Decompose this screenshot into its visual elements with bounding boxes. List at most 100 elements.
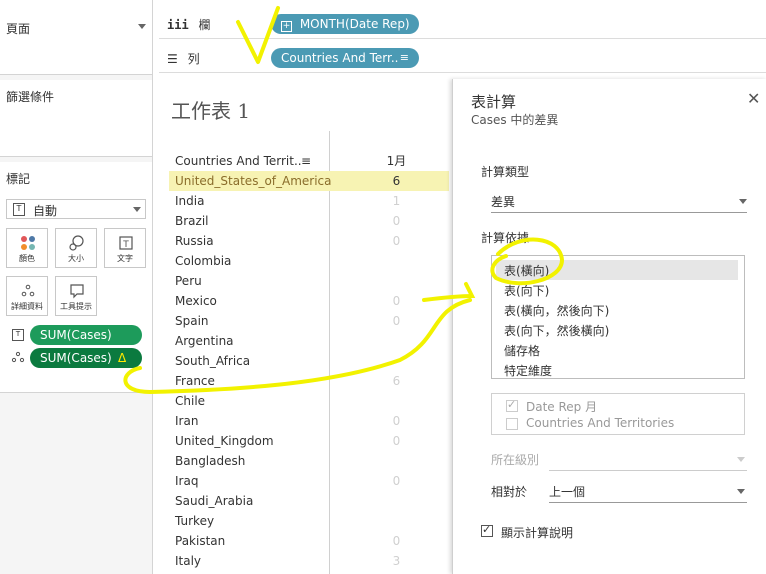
- compute-using-list: 表(橫向) 表(向下) 表(橫向，然後向下) 表(向下，然後橫向) 儲存格 特定…: [491, 255, 745, 379]
- country-name: Brazil: [175, 214, 209, 228]
- option-table-across-then-down[interactable]: 表(橫向，然後向下): [504, 301, 609, 321]
- level-label: 所在級別: [491, 453, 540, 467]
- pages-card[interactable]: 頁面: [0, 0, 152, 75]
- columns-icon: iii: [167, 18, 189, 32]
- table-row[interactable]: Bangladesh: [169, 451, 449, 471]
- tooltip-button[interactable]: 工具提示: [55, 276, 97, 316]
- option-table-down-then-across[interactable]: 表(向下，然後橫向): [504, 321, 609, 341]
- cell-value: 0: [392, 294, 401, 308]
- table-row[interactable]: United_States_of_America 6: [169, 171, 449, 191]
- table-row[interactable]: Saudi_Arabia: [169, 491, 449, 511]
- show-help-checkbox[interactable]: ✓: [481, 523, 493, 537]
- mark-type-dropdown[interactable]: T 自動: [6, 199, 146, 219]
- table-calculation-panel: 表計算 Cases 中的差異 ✕ 計算類型 差異 計算依據 表(橫向) 表(向下…: [452, 79, 766, 574]
- pill-label: MONTH(Date Rep): [299, 17, 410, 31]
- table-row[interactable]: Colombia: [169, 251, 449, 271]
- rows-shelf[interactable]: ☰ 列 Countries And Terr.. ≡: [159, 44, 766, 73]
- country-name: Peru: [175, 274, 202, 288]
- detail-dots-icon: [21, 284, 35, 297]
- table-row[interactable]: Chile: [169, 391, 449, 411]
- size-button[interactable]: 大小: [55, 228, 97, 268]
- detail-dots-icon: [11, 351, 25, 363]
- month-header[interactable]: 1月: [369, 151, 424, 171]
- country-name: Russia: [175, 234, 214, 248]
- sum-cases-text-pill[interactable]: SUM(Cases): [30, 325, 142, 345]
- table-row[interactable]: Turkey: [169, 511, 449, 531]
- color-label: 顏色: [19, 254, 35, 263]
- detail-button[interactable]: 詳細資料: [6, 276, 48, 316]
- dropdown-underline: [549, 502, 747, 503]
- table-row[interactable]: Brazil 0: [169, 211, 449, 231]
- table-row[interactable]: France 6: [169, 371, 449, 391]
- country-header[interactable]: Countries And Territ..: [175, 151, 302, 171]
- country-name: Argentina: [175, 334, 234, 348]
- columns-shelf[interactable]: iii 欄 + MONTH(Date Rep): [159, 10, 766, 39]
- country-name: Mexico: [175, 294, 217, 308]
- columns-label-text: 欄: [198, 18, 211, 32]
- cell-value: 6: [392, 374, 401, 388]
- option-table-down[interactable]: 表(向下): [504, 281, 549, 301]
- dimensions-box: ✓ Date Rep 月 Countries And Territories: [491, 393, 745, 435]
- relative-value: 上一個: [549, 485, 586, 499]
- month-date-rep-pill[interactable]: + MONTH(Date Rep): [271, 14, 419, 34]
- relative-dropdown[interactable]: 上一個: [549, 481, 747, 503]
- color-dots-icon: [21, 236, 35, 250]
- table-row[interactable]: Iraq 0: [169, 471, 449, 491]
- date-rep-checkbox[interactable]: ✓: [506, 398, 518, 412]
- level-dropdown[interactable]: [549, 449, 747, 471]
- panel-title: 表計算: [471, 93, 517, 111]
- table-row[interactable]: Iran 0: [169, 411, 449, 431]
- table-row[interactable]: Mexico 0: [169, 291, 449, 311]
- table-row[interactable]: Russia 0: [169, 231, 449, 251]
- countries-pill[interactable]: Countries And Terr.. ≡: [271, 48, 419, 68]
- close-icon[interactable]: ✕: [747, 89, 760, 108]
- table-row[interactable]: Spain 0: [169, 311, 449, 331]
- svg-text:T: T: [122, 240, 129, 250]
- sheet-title: 工作表 1: [171, 99, 251, 123]
- cell-value: 0: [392, 314, 401, 328]
- left-panel: 頁面 篩選條件 標記 T 自動 顏色 大小 T 文字 詳細資料 工具提示 T S…: [0, 0, 153, 574]
- table-row[interactable]: Italy 3: [169, 551, 449, 571]
- country-name: Turkey: [175, 514, 215, 528]
- option-specific-dimensions[interactable]: 特定維度: [504, 361, 552, 381]
- filters-card[interactable]: 篩選條件: [0, 80, 152, 157]
- marks-card: 標記 T 自動 顏色 大小 T 文字 詳細資料 工具提示 T SUM(Cases…: [0, 162, 152, 393]
- sort-icon[interactable]: ≡: [400, 48, 409, 68]
- table-row[interactable]: Argentina: [169, 331, 449, 351]
- country-name: Chile: [175, 394, 206, 408]
- header-row: Countries And Territ.. ≡ 1月: [169, 151, 449, 171]
- table-row[interactable]: South_Africa: [169, 351, 449, 371]
- cell-value: 6: [392, 174, 401, 188]
- country-name: South_Africa: [175, 354, 251, 368]
- sort-icon[interactable]: ≡: [301, 151, 311, 171]
- sum-cases-detail-pill[interactable]: SUM(Cases) Δ: [30, 348, 142, 368]
- table-row[interactable]: United_Kingdom 0: [169, 431, 449, 451]
- detail-label: 詳細資料: [11, 302, 43, 311]
- chevron-down-icon[interactable]: [737, 489, 745, 494]
- table-row[interactable]: Peru: [169, 271, 449, 291]
- chevron-down-icon[interactable]: [133, 207, 141, 212]
- countries-checkbox[interactable]: [506, 418, 518, 430]
- pages-dropdown-icon[interactable]: [138, 24, 146, 29]
- color-button[interactable]: 顏色: [6, 228, 48, 268]
- dropdown-underline: [549, 470, 747, 471]
- tooltip-label: 工具提示: [60, 302, 92, 311]
- calc-type-dropdown[interactable]: 差異: [491, 191, 747, 213]
- cell-value: 0: [392, 474, 401, 488]
- table-row[interactable]: India 1: [169, 191, 449, 211]
- chevron-down-icon[interactable]: [739, 199, 747, 204]
- option-table-across[interactable]: 表(橫向): [504, 261, 549, 281]
- text-button[interactable]: T 文字: [104, 228, 146, 268]
- panel-subtitle: Cases 中的差異: [471, 113, 559, 127]
- country-name: Colombia: [175, 254, 232, 268]
- cell-value: 0: [392, 214, 401, 228]
- expand-plus-icon[interactable]: +: [281, 21, 292, 32]
- table-row[interactable]: Pakistan 0: [169, 531, 449, 551]
- show-help-label: 顯示計算說明: [501, 526, 574, 540]
- option-cell[interactable]: 儲存格: [504, 341, 540, 361]
- cell-value: 3: [392, 554, 401, 568]
- country-name: United_States_of_America: [175, 174, 332, 188]
- dimension-countries: Countries And Territories: [526, 416, 675, 430]
- text-icon: T: [119, 236, 133, 250]
- cell-value: 1: [392, 194, 401, 208]
